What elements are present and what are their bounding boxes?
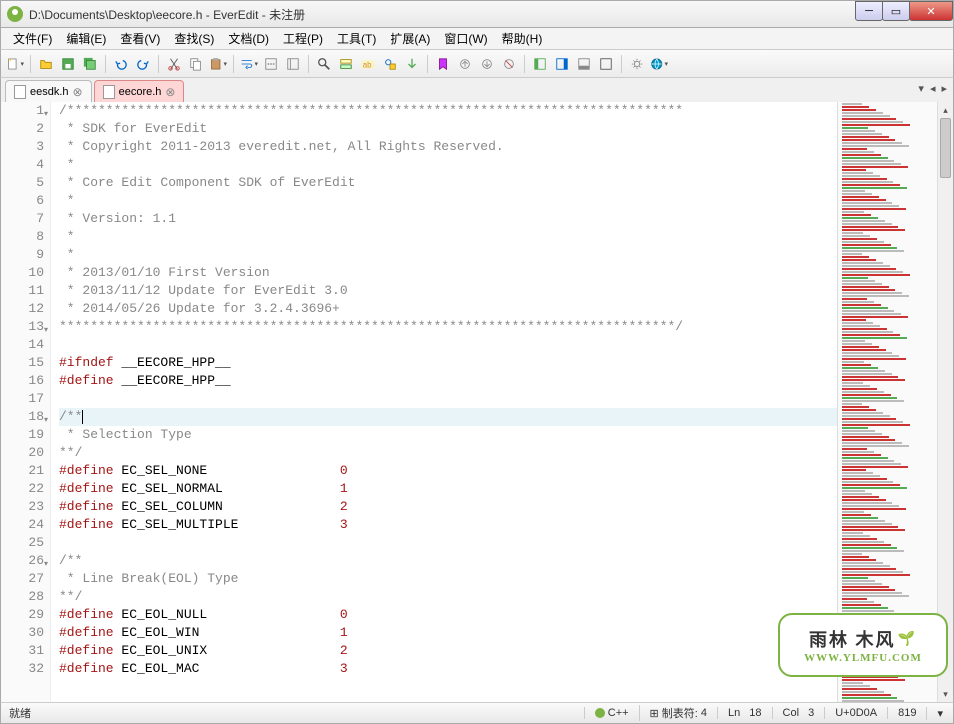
tabbar: eesdk.h ⊗ eecore.h ⊗ ▾ ◂ ▸ [0, 78, 954, 102]
tab-prev-button[interactable]: ◂ [930, 82, 936, 95]
bookmark-button[interactable] [433, 54, 453, 74]
toolbar: ▾ ▾ ▾ ab ▾ [0, 50, 954, 78]
replace-button[interactable] [336, 54, 356, 74]
save-all-button[interactable] [80, 54, 100, 74]
file-icon [14, 85, 26, 99]
undo-button[interactable] [111, 54, 131, 74]
menu-search[interactable]: 查找(S) [168, 28, 220, 49]
line-gutter[interactable]: 1▾2345678910111213▾1415161718▾1920212223… [1, 102, 51, 702]
word-wrap-button[interactable]: ▾ [239, 54, 259, 74]
code-content[interactable]: /***************************************… [51, 102, 837, 702]
menubar: 文件(F) 编辑(E) 查看(V) 查找(S) 文档(D) 工程(P) 工具(T… [0, 28, 954, 50]
scrollbar-thumb[interactable] [940, 118, 951, 178]
browser-button[interactable]: ▾ [649, 54, 669, 74]
scroll-down-arrow[interactable]: ▾ [938, 686, 953, 702]
cut-button[interactable] [164, 54, 184, 74]
close-button[interactable]: ✕ [909, 1, 953, 21]
editor-area: 1▾2345678910111213▾1415161718▾1920212223… [0, 102, 954, 702]
status-tabstop[interactable]: ⊞ 制表符:4 [639, 705, 717, 721]
watermark-logo: 雨林 木风 🌱 WWW.YLMFU.COM [778, 613, 948, 677]
panel-left-button[interactable] [530, 54, 550, 74]
tab-label: eecore.h [119, 86, 162, 98]
tab-eesdk[interactable]: eesdk.h ⊗ [5, 80, 92, 102]
clear-marks-button[interactable] [499, 54, 519, 74]
status-more-dropdown[interactable]: ▾ [926, 707, 953, 720]
maximize-button[interactable]: ▭ [882, 1, 910, 21]
save-button[interactable] [58, 54, 78, 74]
menu-view[interactable]: 查看(V) [114, 28, 166, 49]
tab-label: eesdk.h [30, 86, 69, 98]
menu-window[interactable]: 窗口(W) [438, 28, 493, 49]
file-icon [103, 85, 115, 99]
panel-bottom-button[interactable] [574, 54, 594, 74]
find-in-files-button[interactable] [380, 54, 400, 74]
new-file-button[interactable]: ▾ [5, 54, 25, 74]
open-file-button[interactable] [36, 54, 56, 74]
line-numbers-button[interactable] [283, 54, 303, 74]
window-controls: ─ ▭ ✕ [856, 1, 953, 21]
status-bytes[interactable]: 819 [887, 707, 926, 719]
app-icon [7, 6, 23, 22]
goto-button[interactable] [402, 54, 422, 74]
status-unicode[interactable]: U+0D0A [824, 707, 887, 719]
menu-extension[interactable]: 扩展(A) [384, 28, 436, 49]
menu-file[interactable]: 文件(F) [7, 28, 58, 49]
paste-button[interactable]: ▾ [208, 54, 228, 74]
code-editor[interactable]: 1▾2345678910111213▾1415161718▾1920212223… [1, 102, 837, 702]
status-column[interactable]: Col 3 [772, 707, 825, 719]
prev-mark-button[interactable] [455, 54, 475, 74]
watermark-text: 雨林 木风 🌱 [809, 626, 917, 652]
menu-project[interactable]: 工程(P) [277, 28, 329, 49]
copy-button[interactable] [186, 54, 206, 74]
scroll-up-arrow[interactable]: ▴ [938, 102, 953, 118]
lang-indicator-icon [595, 708, 605, 718]
highlight-button[interactable]: ab [358, 54, 378, 74]
status-ready: 就绪 [1, 705, 584, 721]
tab-list-dropdown[interactable]: ▾ [918, 82, 924, 95]
window-titlebar: D:\Documents\Desktop\eecore.h - EverEdit… [0, 0, 954, 28]
menu-document[interactable]: 文档(D) [222, 28, 275, 49]
minimize-button[interactable]: ─ [855, 1, 883, 21]
next-mark-button[interactable] [477, 54, 497, 74]
tab-next-button[interactable]: ▸ [941, 82, 947, 95]
watermark-url: WWW.YLMFU.COM [804, 652, 922, 664]
show-whitespace-button[interactable] [261, 54, 281, 74]
menu-tool[interactable]: 工具(T) [331, 28, 382, 49]
redo-button[interactable] [133, 54, 153, 74]
menu-help[interactable]: 帮助(H) [496, 28, 549, 49]
status-language[interactable]: C++ [584, 707, 639, 719]
status-line[interactable]: Ln 18 [717, 707, 772, 719]
tab-eecore[interactable]: eecore.h ⊗ [94, 80, 185, 102]
settings-button[interactable] [627, 54, 647, 74]
fullscreen-button[interactable] [596, 54, 616, 74]
tab-close-icon[interactable]: ⊗ [165, 85, 175, 99]
window-title: D:\Documents\Desktop\eecore.h - EverEdit… [29, 6, 305, 23]
panel-right-button[interactable] [552, 54, 572, 74]
find-button[interactable] [314, 54, 334, 74]
tab-close-icon[interactable]: ⊗ [73, 85, 83, 99]
vertical-scrollbar[interactable]: ▴ ▾ [937, 102, 953, 702]
minimap[interactable] [837, 102, 937, 702]
leaf-icon: 🌱 [898, 631, 917, 648]
menu-edit[interactable]: 编辑(E) [60, 28, 112, 49]
statusbar: 就绪 C++ ⊞ 制表符:4 Ln 18 Col 3 U+0D0A 819 ▾ [0, 702, 954, 724]
